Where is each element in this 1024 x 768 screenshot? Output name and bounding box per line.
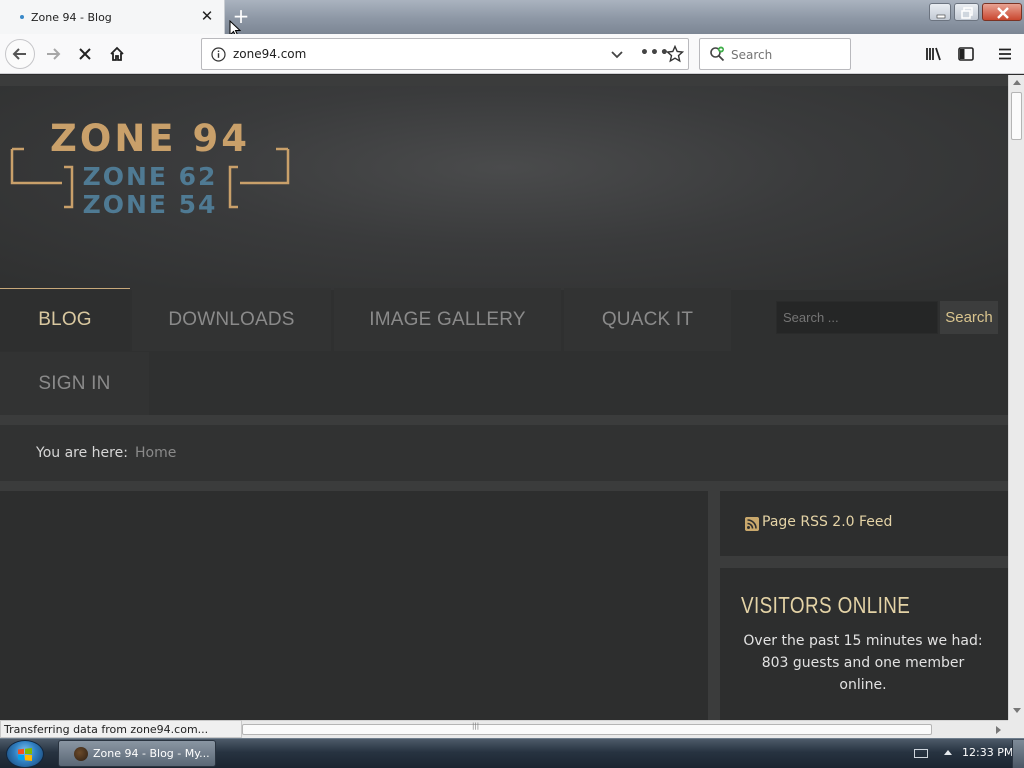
scrollbar-grip-icon: ||| [472,722,480,730]
window-minimize-button[interactable] [929,3,951,21]
horizontal-scrollbar[interactable]: ||| [242,720,1008,738]
sidebar-icon [958,47,974,61]
url-text[interactable]: zone94.com [233,47,306,61]
show-desktop-button[interactable] [1012,740,1024,768]
firefox-app-icon [74,746,88,761]
scroll-right-icon[interactable] [996,726,1001,734]
library-icon [926,47,941,61]
site-main-menu-row2: SIGN IN [0,352,1008,415]
menu-item-image-gallery[interactable]: IMAGE GALLERY [334,288,561,351]
main-content-area [0,491,708,720]
vertical-scrollbar[interactable] [1008,75,1024,720]
status-bar: Transferring data from zone94.com... [0,720,242,738]
window-close-button[interactable] [982,3,1022,21]
divider [0,415,1008,425]
system-clock[interactable]: 12:33 PM [962,746,1013,759]
search-engine-icon [710,46,725,62]
site-header: ZONE 94 ZONE 62 ZONE 54 [0,75,1008,290]
web-page: ZONE 94 ZONE 62 ZONE 54 BLOG DOWNLOADS I… [0,75,1008,720]
taskbar-window-label: Zone 94 - Blog - My... [93,747,210,760]
svg-text:ZONE 62: ZONE 62 [83,162,218,191]
scrollbar-corner [1008,720,1024,738]
visitors-online-module: VISITORS ONLINE Over the past 15 minutes… [720,568,1008,720]
home-icon [110,46,124,61]
menu-item-blog[interactable]: BLOG [0,288,130,351]
rss-feed-link[interactable]: Page RSS 2.0 Feed [762,514,892,530]
breadcrumb: You are here: Home [0,425,1008,481]
svg-text:ZONE 94: ZONE 94 [50,119,250,160]
stop-loading-button[interactable] [70,39,100,69]
hamburger-menu-icon [999,48,1011,60]
menu-item-sign-in[interactable]: SIGN IN [0,352,149,415]
stop-icon [79,48,91,60]
chevron-down-icon[interactable] [610,47,624,61]
tray-expand-icon[interactable] [944,750,952,755]
tab-close-icon[interactable]: ✕ [200,8,214,24]
forward-button[interactable] [38,39,68,69]
scrollbar-thumb[interactable] [242,724,932,735]
loading-indicator-icon [20,15,24,19]
search-placeholder: Search [731,48,773,62]
breadcrumb-home: Home [135,445,177,461]
window-restore-button[interactable] [954,3,979,21]
menu-item-downloads[interactable]: DOWNLOADS [132,288,331,351]
start-button[interactable] [6,740,44,768]
svg-text:ZONE 54: ZONE 54 [83,190,218,219]
browser-search-box[interactable]: Search [699,38,851,70]
sidebar-toggle-button[interactable] [951,39,981,69]
navigation-toolbar: zone94.com ••• Search [0,34,1024,74]
visitors-online-title: VISITORS ONLINE [741,592,911,618]
column-divider [708,491,720,720]
rss-feed-module: Page RSS 2.0 Feed [720,491,1008,556]
url-bar[interactable]: zone94.com ••• [201,38,689,70]
windows-logo-icon [18,748,32,761]
hamburger-menu-button[interactable] [990,39,1020,69]
scrollbar-thumb[interactable] [1011,92,1022,140]
back-arrow-icon [12,48,26,60]
keyboard-icon[interactable] [914,749,928,758]
taskbar-firefox-window[interactable]: Zone 94 - Blog - My... [58,740,216,767]
site-logo[interactable]: ZONE 94 ZONE 62 ZONE 54 [10,119,292,219]
browser-tab[interactable]: Zone 94 - Blog ✕ [0,0,225,34]
sidebar-divider [720,556,1008,568]
site-info-icon[interactable] [211,47,226,62]
visitors-online-text: Over the past 15 minutes we had: 803 gue… [743,633,983,693]
browser-titlebar: Zone 94 - Blog ✕ + [0,0,1024,38]
site-search-button[interactable]: Search [940,301,998,334]
home-button[interactable] [102,39,132,69]
back-button[interactable] [5,39,35,69]
scroll-up-icon[interactable] [1013,80,1021,85]
windows-taskbar: Zone 94 - Blog - My... 12:33 PM [0,738,1024,768]
scroll-down-icon[interactable] [1013,708,1021,713]
site-search-input[interactable] [776,301,938,334]
forward-arrow-icon [47,48,61,60]
tab-title: Zone 94 - Blog [31,10,112,24]
site-main-menu: BLOG DOWNLOADS IMAGE GALLERY QUACK IT Se… [0,288,1008,352]
menu-item-quack-it[interactable]: QUACK IT [564,288,731,351]
library-button[interactable] [919,39,949,69]
divider [0,481,1008,491]
breadcrumb-label: You are here: [36,445,128,461]
rss-icon[interactable] [745,517,759,531]
bookmark-star-icon[interactable] [666,45,684,63]
